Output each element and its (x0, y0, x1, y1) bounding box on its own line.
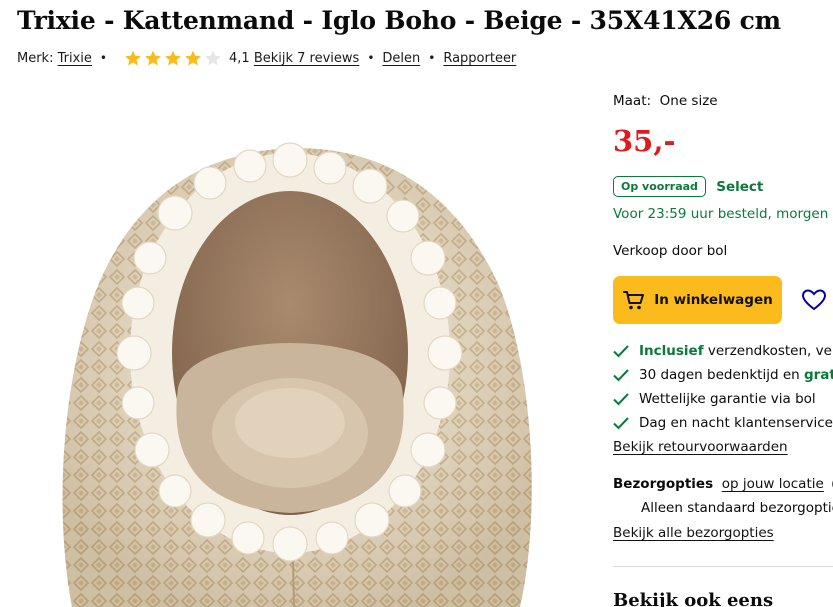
heart-icon[interactable] (801, 288, 827, 312)
shipping-all-link[interactable]: Bekijk alle bezorgopties (613, 525, 774, 541)
returns-row: Bekijk retourvoorwaarden (613, 439, 788, 455)
select-label[interactable]: Select (716, 179, 763, 195)
add-to-cart-label: In winkelwagen (654, 292, 773, 308)
usp-item: 30 dagen bedenktijd en grati (613, 367, 833, 383)
price: 35,- (613, 124, 676, 158)
stock-row: Op voorraad Select (613, 176, 763, 197)
star-icon (145, 50, 161, 66)
usp-bold: Inclusief (639, 343, 704, 359)
shipping-note: Alleen standaard bezorgoptie (641, 500, 833, 516)
check-icon (613, 393, 629, 406)
usp-text: Dag en nacht klantenservice (639, 415, 833, 431)
brand-link[interactable]: Trixie (58, 51, 92, 66)
returns-link[interactable]: Bekijk retourvoorwaarden (613, 439, 788, 455)
usp-text: Wettelijke garantie via bol (639, 391, 816, 407)
star-icon (125, 50, 141, 66)
star-empty-icon (205, 50, 221, 66)
usp-text: 30 dagen bedenktijd en (639, 367, 804, 383)
rating-value: 4,1 (228, 50, 250, 66)
shipping-all-row: Bekijk alle bezorgopties (613, 525, 774, 541)
shipping-row: Bezorgopties op jouw locatie (613, 476, 833, 492)
check-icon (613, 369, 629, 382)
usp-item: Dag en nacht klantenservice (613, 415, 833, 431)
report-link[interactable]: Rapporteer (443, 51, 516, 66)
shipping-label: Bezorgopties (613, 476, 714, 492)
check-icon (613, 345, 629, 358)
usp-bold: grati (803, 367, 833, 383)
brand-label: Merk: (17, 50, 54, 66)
reviews-link[interactable]: Bekijk 7 reviews (254, 51, 360, 66)
offer-panel: Maat: One size 35,- Op voorraad Select V… (613, 0, 833, 607)
rating-stars[interactable] (123, 49, 223, 68)
usp-text: verzendkosten, vers (703, 343, 833, 359)
share-link[interactable]: Delen (382, 51, 420, 66)
usp-item: Wettelijke garantie via bol (613, 391, 816, 407)
separator-dot: • (99, 51, 107, 65)
size-value: One size (659, 93, 718, 109)
star-icon (185, 50, 201, 66)
check-icon (613, 417, 629, 430)
divider (613, 566, 833, 567)
stock-badge: Op voorraad (613, 176, 706, 197)
cart-icon (623, 291, 645, 310)
size-label: Maat: (613, 93, 652, 109)
see-also-heading: Bekijk ook eens (613, 590, 774, 607)
usp-item: Inclusief verzendkosten, vers (613, 343, 833, 359)
add-to-cart-button[interactable]: In winkelwagen (613, 276, 782, 324)
separator-dot: • (367, 51, 375, 65)
shipping-location-link[interactable]: op jouw locatie (722, 476, 824, 492)
product-meta-bar: Merk: Trixie • 4,1 Bekijk 7 reviews • De… (17, 46, 516, 70)
size-row: Maat: One size (613, 93, 718, 109)
separator-dot: • (428, 51, 436, 65)
product-image[interactable] (0, 88, 596, 607)
seller-text: Verkoop door bol (613, 243, 728, 259)
delivery-promise: Voor 23:59 uur besteld, morgen in (613, 206, 833, 222)
star-icon (165, 50, 181, 66)
